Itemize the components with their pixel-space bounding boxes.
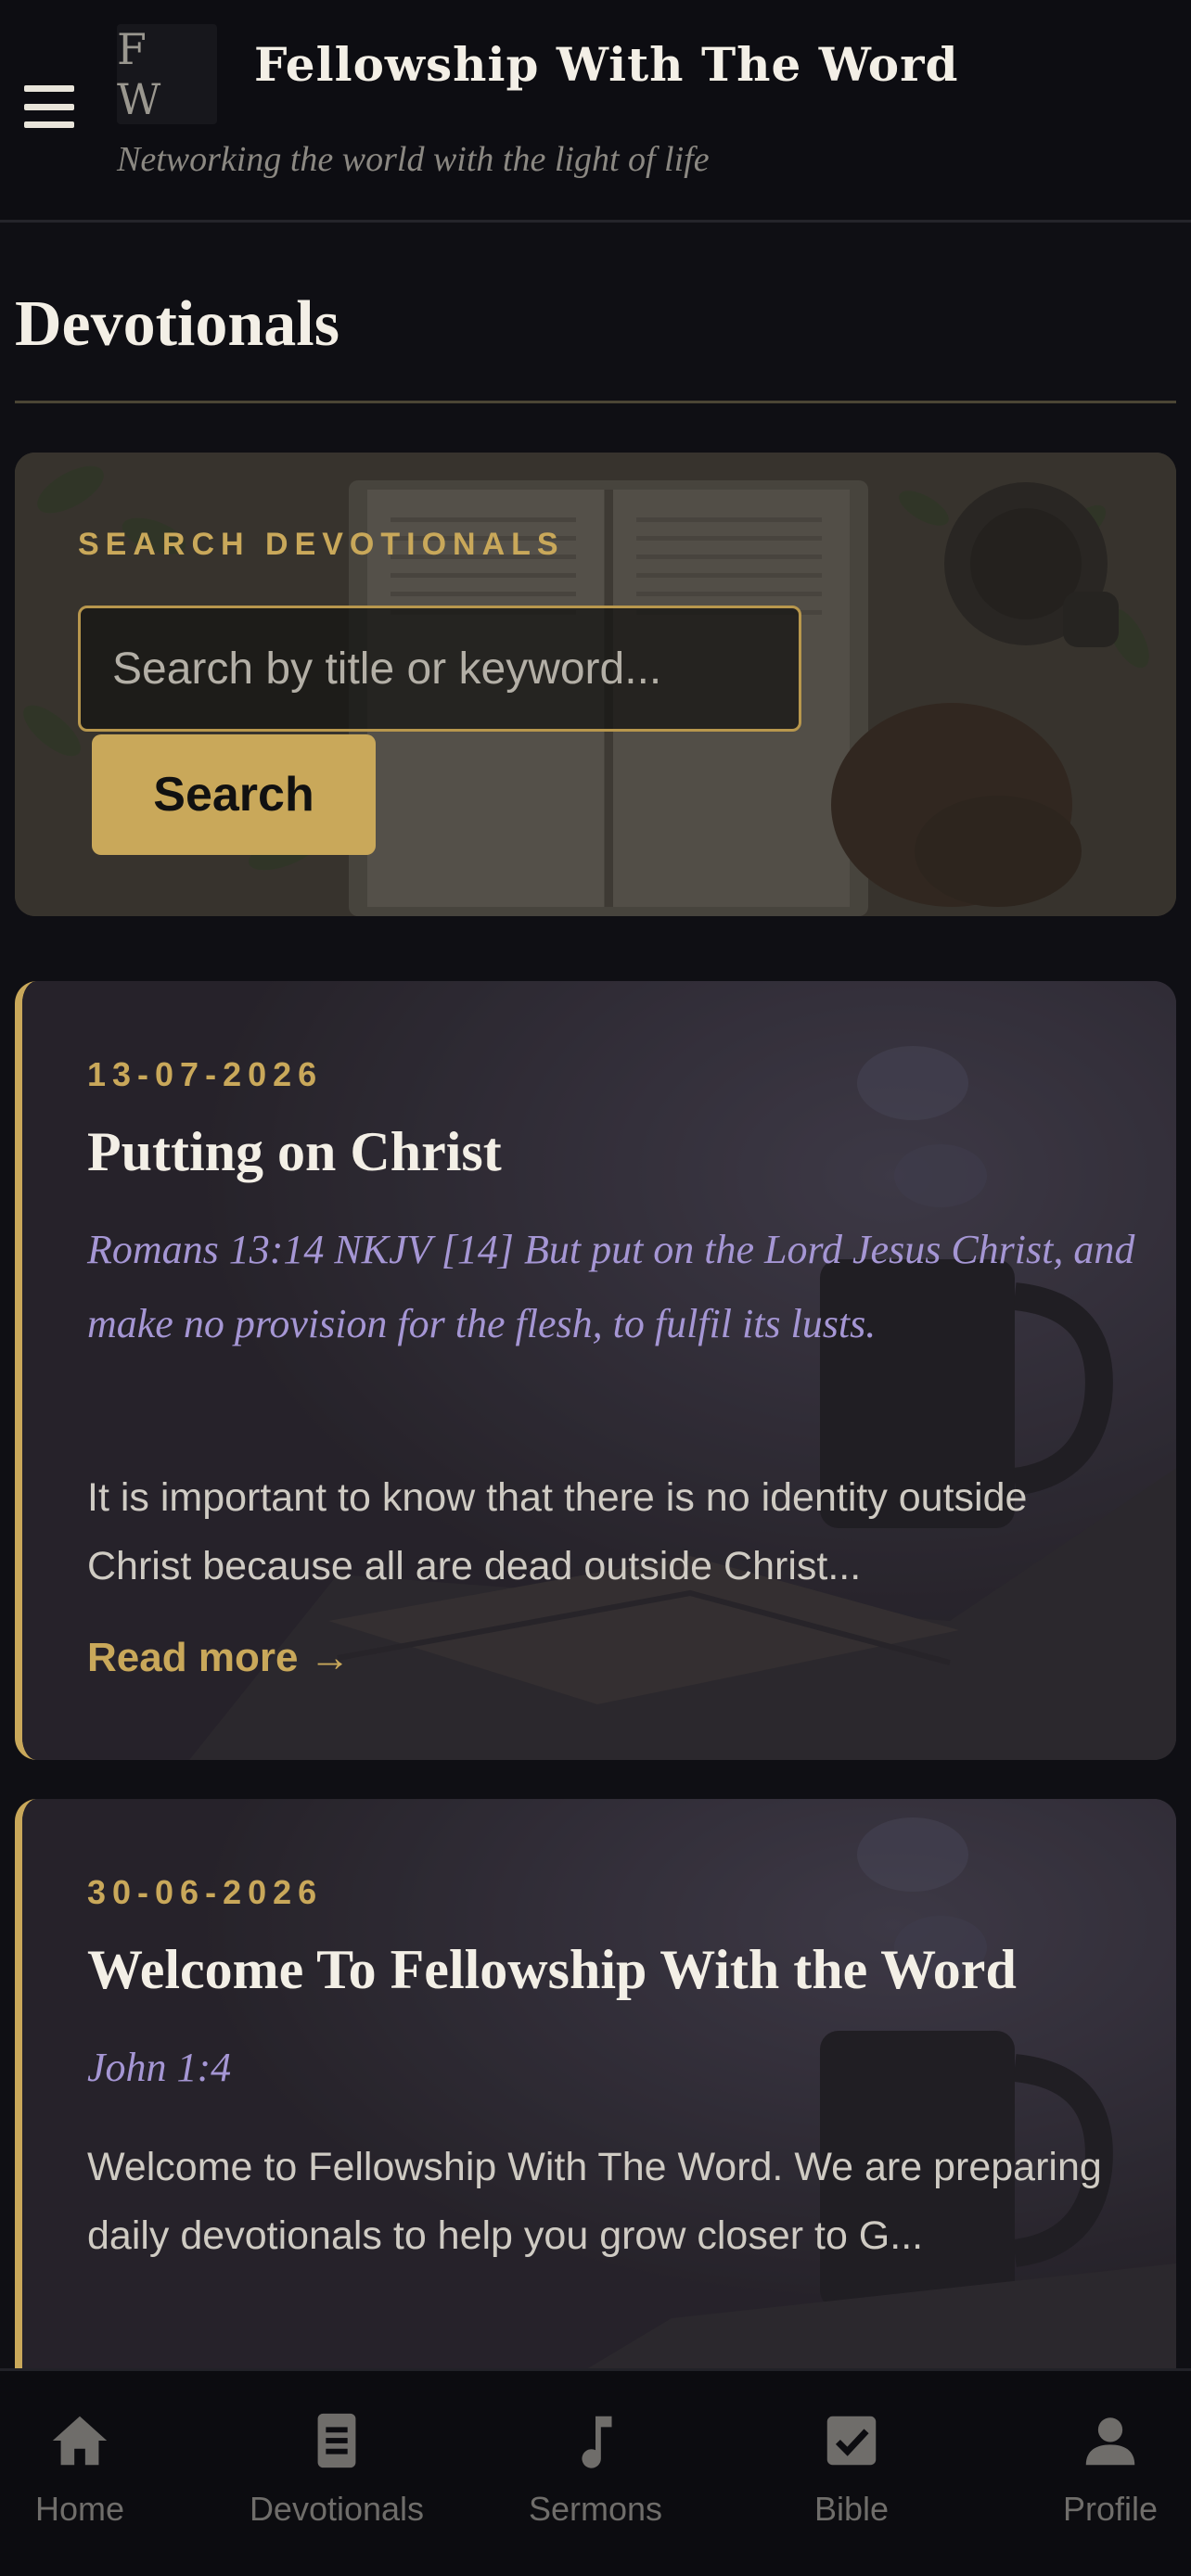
nav-item-home[interactable]: Home: [0, 2371, 200, 2576]
book-icon: [317, 2413, 356, 2468]
devotional-excerpt: Welcome to Fellowship With The Word. We …: [87, 2145, 1102, 2258]
read-more-link[interactable]: Read more →: [87, 1635, 351, 1681]
app-header: F W Fellowship With The Word Networking …: [0, 0, 1191, 223]
nav-label: Sermons: [528, 2490, 663, 2528]
page-title: Devotionals: [15, 288, 339, 360]
nav-item-bible[interactable]: Bible: [731, 2371, 972, 2576]
search-label: SEARCH DEVOTIONALS: [78, 527, 565, 562]
site-logo[interactable]: F W: [117, 24, 217, 124]
checkbox-icon: [826, 2416, 877, 2466]
title-divider: [15, 401, 1176, 403]
devotional-title[interactable]: Putting on Christ: [87, 1120, 502, 1184]
nav-label: Devotionals: [249, 2490, 425, 2528]
nav-item-profile[interactable]: Profile: [990, 2371, 1191, 2576]
music-note-icon: [582, 2416, 612, 2468]
search-button[interactable]: Search: [92, 734, 376, 855]
person-icon: [1085, 2417, 1135, 2466]
devotional-card[interactable]: 30-06-2026 Welcome To Fellowship With th…: [15, 1799, 1176, 2429]
devotional-verse: Romans 13:14 NKJV [14] But put on the Lo…: [87, 1227, 1135, 1346]
devotional-title[interactable]: Welcome To Fellowship With the Word: [87, 1938, 1017, 2002]
devotional-verse: John 1:4: [87, 2045, 232, 2090]
devotional-date: 13-07-2026: [87, 1055, 324, 1093]
search-input[interactable]: [78, 606, 801, 732]
nav-item-sermons[interactable]: Sermons: [475, 2371, 716, 2576]
devotional-date: 30-06-2026: [87, 1873, 324, 1911]
nav-item-devotionals[interactable]: Devotionals: [216, 2371, 457, 2576]
site-title[interactable]: Fellowship With The Word: [254, 37, 958, 92]
bottom-nav: Home Devotionals Sermons Bible Profile: [0, 2368, 1191, 2576]
hamburger-menu-icon[interactable]: [24, 85, 74, 128]
nav-label: Bible: [813, 2490, 890, 2528]
devotional-excerpt: It is important to know that there is no…: [87, 1475, 1028, 1588]
devotional-card[interactable]: 13-07-2026 Putting on Christ Romans 13:1…: [15, 981, 1176, 1760]
search-panel: SEARCH DEVOTIONALS Search: [15, 453, 1176, 916]
site-tagline: Networking the world with the light of l…: [117, 140, 710, 179]
nav-label: Home: [34, 2490, 125, 2528]
home-icon: [52, 2416, 108, 2466]
nav-label: Profile: [1062, 2490, 1159, 2528]
